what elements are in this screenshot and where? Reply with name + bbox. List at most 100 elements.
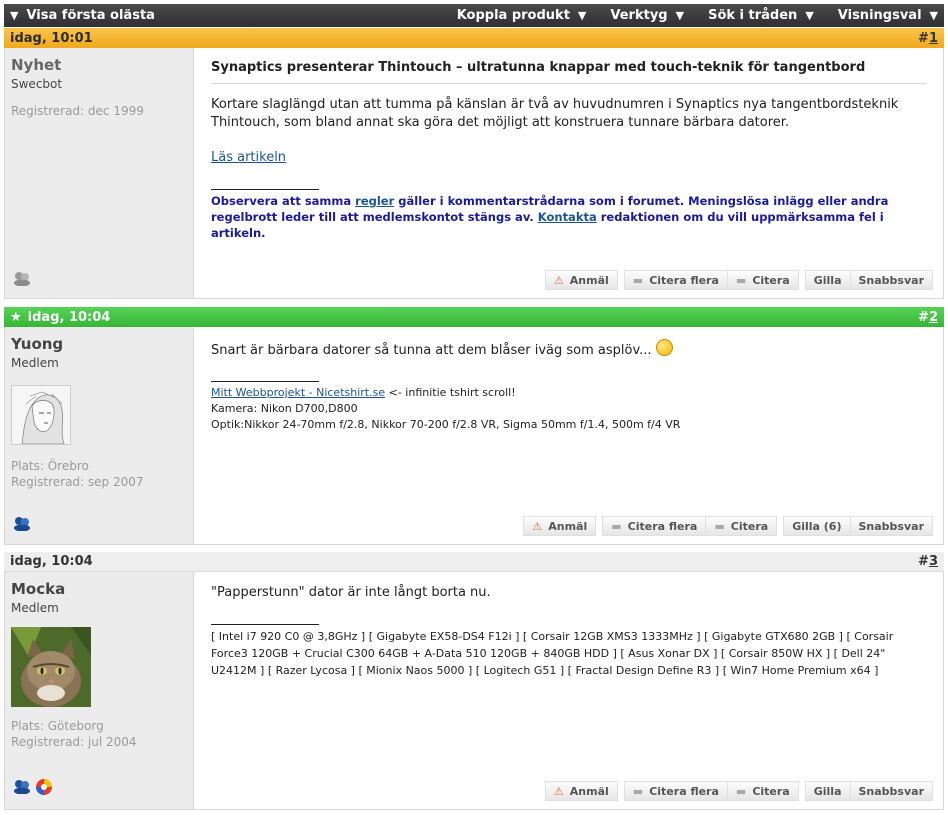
rules-link[interactable]: regler (355, 194, 394, 208)
post-time: idag, 10:04 (27, 309, 111, 325)
button-label: Snabbsvar (858, 519, 925, 533)
smiley-icon (655, 339, 673, 356)
user-info-pane: Nyhet Swecbot Registrerad: dec 1999 (5, 48, 194, 298)
post-content: Synaptics presenterar Thintouch – ultrat… (194, 48, 943, 298)
user-info-pane: Yuong Medlem Plats: Örebro Registrerad: … (5, 327, 194, 544)
quote-button[interactable]: ▬ Citera (727, 270, 799, 290)
signature: Mitt Webbprojekt - Nicetshirt.se <- infi… (211, 385, 926, 433)
post-permalink[interactable]: 2 (929, 310, 938, 325)
show-first-unread-link[interactable]: ▼ Visa första olästa (4, 8, 155, 23)
online-status-icon (13, 515, 31, 534)
post-number-prefix: # (918, 309, 929, 325)
menu-search-thread[interactable]: Sök i tråden ▼ (708, 8, 814, 23)
quote-button[interactable]: ▬ Citera (727, 781, 799, 801)
signature-divider (211, 624, 319, 625)
menu-label: Verktyg (610, 8, 668, 23)
triangle-down-icon: ▼ (577, 9, 587, 22)
post-permalink[interactable]: 3 (929, 554, 938, 569)
multi-quote-button[interactable]: ▬ Citera flera (623, 781, 728, 801)
user-title: Swecbot (11, 77, 63, 91)
menu-label: Koppla produkt (456, 8, 570, 23)
signature-divider (211, 189, 319, 190)
show-first-unread-label: Visa första olästa (26, 8, 155, 23)
triangle-down-icon: ▼ (805, 9, 814, 22)
report-button[interactable]: ⚠ Anmäl (544, 781, 618, 801)
report-button[interactable]: ⚠ Anmäl (544, 270, 618, 290)
speech-bubble-icon: ▬ (611, 519, 622, 533)
button-label: Snabbsvar (858, 784, 925, 798)
speech-bubble-icon: ▬ (714, 519, 725, 533)
like-button[interactable]: Gilla (804, 270, 851, 290)
registered-date: Registrerad: jul 2004 (11, 735, 137, 749)
quote-button[interactable]: ▬ Citera (706, 516, 778, 536)
like-button[interactable]: Gilla (6) (783, 516, 851, 536)
post-actions: ⚠ Anmäl ▬ Citera flera ▬ Citera Gilla Snabb… (539, 270, 933, 290)
quick-reply-button[interactable]: Snabbsvar (850, 270, 933, 290)
post-number-prefix: # (918, 30, 929, 46)
button-label: Snabbsvar (858, 273, 925, 287)
button-label: Gilla (6) (792, 519, 842, 533)
read-article-link[interactable]: Läs artikeln (211, 150, 286, 165)
username[interactable]: Yuong (11, 335, 187, 353)
post-header: ★ idag, 10:04 #2 (4, 307, 944, 327)
menu-tools[interactable]: Verktyg ▼ (610, 8, 684, 23)
warning-icon: ⚠ (553, 784, 564, 798)
username[interactable]: Mocka (11, 580, 187, 598)
post-text: Snart är bärbara datorer så tunna att de… (211, 343, 652, 358)
signature-optics: Optik:Nikkor 24-70mm f/2.8, Nikkor 70-20… (211, 418, 681, 431)
post-content: Snart är bärbara datorer så tunna att de… (194, 327, 943, 544)
post-header: idag, 10:04 #3 (4, 552, 944, 572)
menu-label: Sök i tråden (708, 8, 798, 23)
post-time: idag, 10:04 (10, 554, 93, 569)
registered-date: Registrerad: dec 1999 (11, 104, 144, 118)
triangle-down-icon: ▼ (929, 9, 938, 22)
signature-link[interactable]: Mitt Webbprojekt - Nicetshirt.se (211, 386, 385, 399)
status-icons (13, 778, 53, 799)
button-label: Anmäl (569, 784, 609, 798)
post-number-prefix: # (918, 554, 929, 569)
signature: [ Intel i7 920 C0 @ 3,8GHz ] [ Gigabyte … (211, 630, 894, 677)
signature-divider (211, 381, 319, 382)
avatar[interactable] (11, 627, 91, 707)
warning-icon: ⚠ (553, 273, 564, 287)
user-info-pane: Mocka Medlem Plats: Göteborg Registrerad… (5, 572, 194, 809)
multi-quote-button[interactable]: ▬ Citera flera (623, 270, 728, 290)
warning-icon: ⚠ (532, 519, 543, 533)
quick-reply-button[interactable]: Snabbsvar (850, 781, 933, 801)
button-label: Citera (752, 784, 790, 798)
menu-display-options[interactable]: Visningsval ▼ (838, 8, 938, 23)
button-label: Citera flera (649, 784, 719, 798)
quick-reply-button[interactable]: Snabbsvar (850, 516, 933, 536)
triangle-down-icon: ▼ (10, 9, 19, 22)
post-text: Kortare slaglängd utan att tumma på käns… (211, 97, 899, 130)
post-header: idag, 10:01 #1 (4, 28, 944, 48)
speech-bubble-icon: ▬ (735, 273, 747, 287)
user-title: Medlem (11, 356, 59, 370)
post-number: #3 (918, 554, 938, 569)
triangle-down-icon: ▼ (675, 9, 685, 22)
report-button[interactable]: ⚠ Anmäl (523, 516, 597, 536)
contact-link[interactable]: Kontakta (538, 210, 597, 224)
signature-text: <- infinitie tshirt scroll! (385, 386, 516, 399)
menu-connect-product[interactable]: Koppla produkt ▼ (457, 8, 587, 23)
speech-bubble-icon: ▬ (632, 784, 644, 798)
badge-icon (35, 778, 53, 799)
button-label: Anmäl (548, 519, 588, 533)
post-1: idag, 10:01 #1 Nyhet Swecbot Registrerad… (4, 28, 944, 299)
button-label: Citera flera (649, 273, 719, 287)
post-number: #1 (918, 31, 938, 46)
post-2: ★ idag, 10:04 #2 Yuong Medlem Plats: Öre… (4, 307, 944, 545)
button-label: Citera (730, 519, 769, 533)
post-permalink[interactable]: 1 (929, 31, 938, 46)
speech-bubble-icon: ▬ (735, 784, 747, 798)
button-label: Gilla (813, 273, 842, 287)
post-title: Synaptics presenterar Thintouch – ultrat… (211, 60, 926, 84)
avatar[interactable] (11, 385, 71, 445)
username[interactable]: Nyhet (11, 56, 187, 74)
like-button[interactable]: Gilla (804, 781, 851, 801)
button-label: Citera (752, 273, 790, 287)
signature-camera: Kamera: Nikon D700,D800 (211, 402, 358, 415)
notice-text: Observera att samma (211, 194, 356, 208)
post-text: "Papperstunn" dator är inte långt borta … (211, 585, 491, 600)
multi-quote-button[interactable]: ▬ Citera flera (602, 516, 707, 536)
